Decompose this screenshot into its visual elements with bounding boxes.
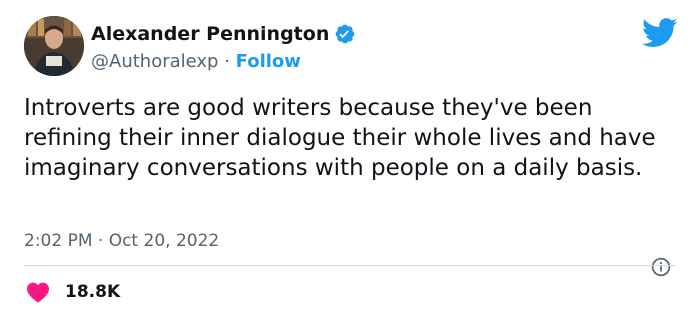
avatar[interactable] [24,16,84,76]
handle-line: @Authoralexp · Follow [91,50,301,74]
author-handle[interactable]: @Authoralexp [91,51,218,72]
like-row[interactable]: 18.8K [26,280,120,304]
twitter-bird-icon[interactable] [642,18,678,48]
tweet-timestamp[interactable]: 2:02 PM · Oct 20, 2022 [24,229,219,253]
tweet-text: Introverts are good writers because they… [24,95,656,181]
verified-badge-icon [335,24,355,44]
info-icon[interactable] [651,257,671,277]
divider [24,265,676,266]
author-name[interactable]: Alexander Pennington [91,22,329,46]
heart-icon[interactable] [26,281,50,303]
handle-separator: · [218,51,236,72]
author-name-row[interactable]: Alexander Pennington [91,22,356,46]
avatar-photo [24,16,84,76]
follow-button[interactable]: Follow [236,51,301,72]
like-count: 18.8K [65,282,121,302]
